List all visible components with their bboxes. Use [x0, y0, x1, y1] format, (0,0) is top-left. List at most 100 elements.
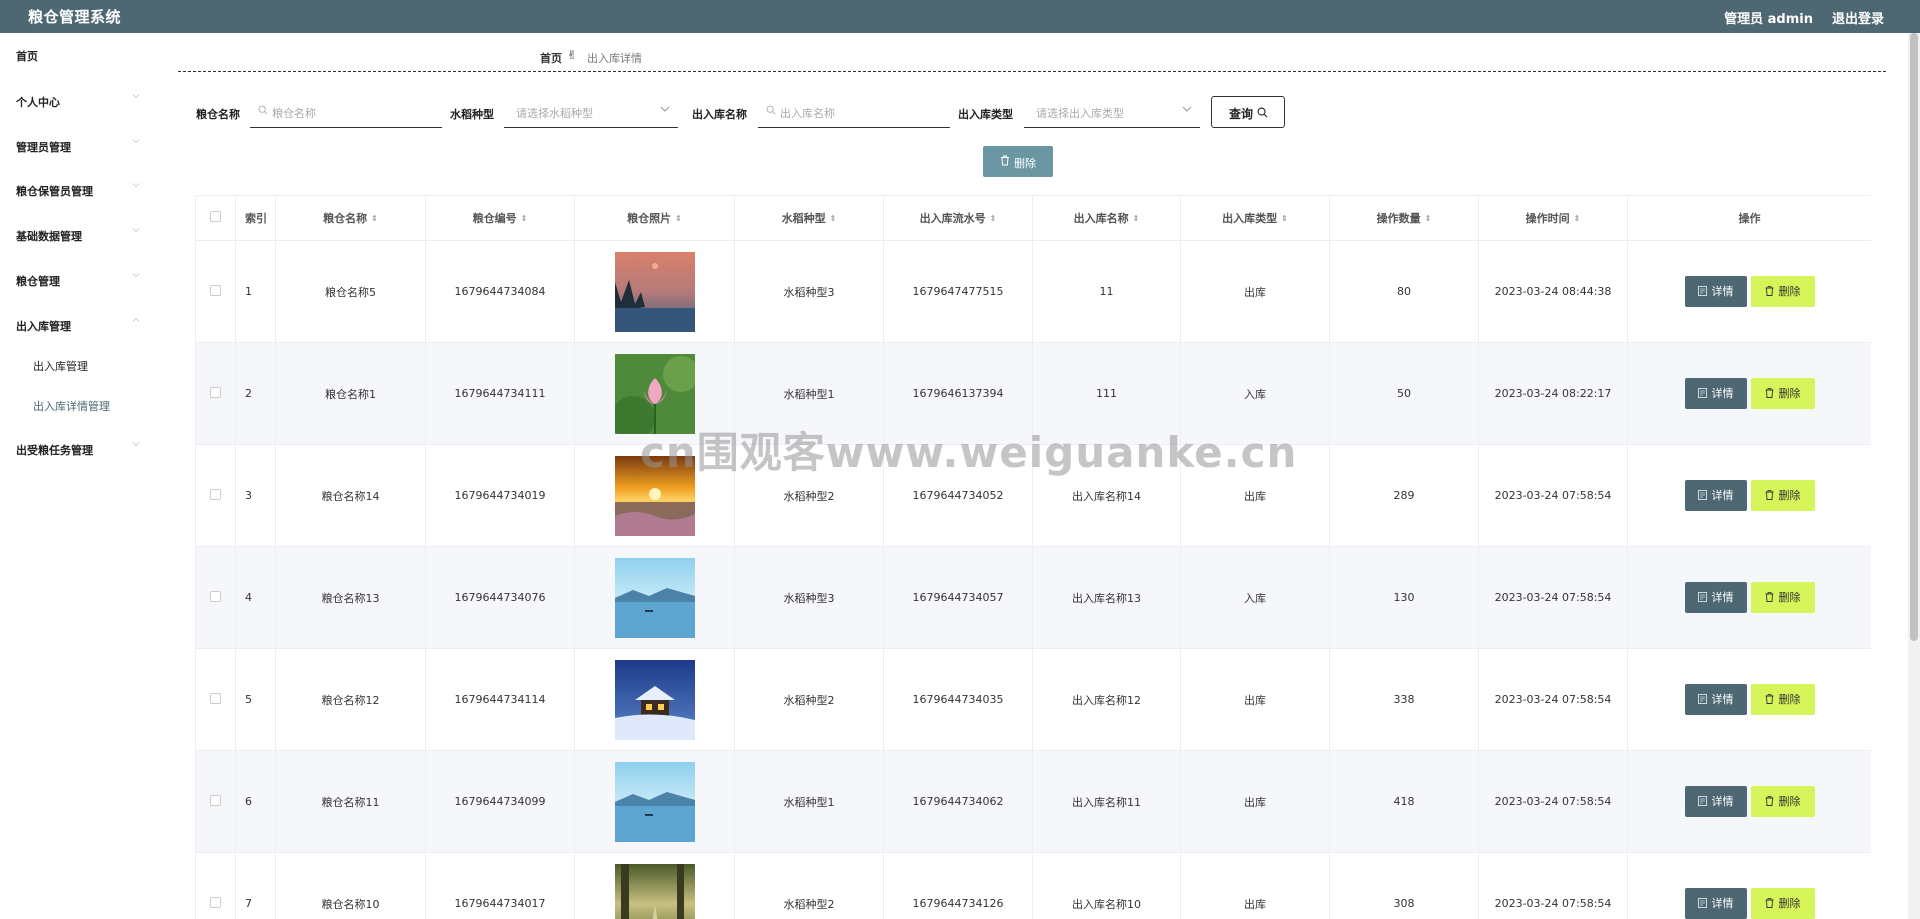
photo-lotus: [614, 353, 695, 434]
inout-name-input[interactable]: 出入库名称: [758, 96, 950, 128]
cell-granary-code: 1679644734114: [425, 648, 575, 751]
granary-photo[interactable]: [614, 761, 695, 842]
rice-type-label: 水稻种型: [450, 108, 494, 121]
chevron-down-icon: [1182, 106, 1192, 112]
detail-button[interactable]: 详情: [1684, 786, 1747, 817]
sort-icon[interactable]: ⇕: [830, 215, 837, 223]
detail-button-label: 详情: [1711, 693, 1734, 706]
query-button-label: 查询: [1229, 107, 1254, 121]
detail-button[interactable]: 详情: [1684, 276, 1747, 307]
sidebar-item-admin[interactable]: 管理员管理: [0, 128, 150, 164]
sidebar-subitem-inout-detail[interactable]: 出入库详情管理: [0, 387, 150, 423]
sidebar-item-label: 出受粮任务管理: [16, 444, 93, 457]
row-select-cell[interactable]: [195, 648, 236, 751]
column-header-granary-photo[interactable]: 粮仓照片 ⇕: [574, 195, 735, 241]
sidebar-item-task[interactable]: 出受粮任务管理: [0, 431, 150, 467]
inout-type-select[interactable]: 请选择出入库类型: [1024, 96, 1200, 128]
page-scrollbar[interactable]: [1908, 33, 1920, 919]
row-select-cell[interactable]: [195, 750, 236, 853]
select-all-checkbox[interactable]: [210, 211, 221, 222]
detail-button[interactable]: 详情: [1684, 480, 1747, 511]
column-header-rice-type[interactable]: 水稻种型 ⇕: [734, 195, 884, 241]
sidebar-subitem-inout[interactable]: 出入库管理: [0, 347, 150, 383]
chevron-down-icon: [660, 106, 670, 112]
granary-photo[interactable]: [614, 455, 695, 536]
sort-icon[interactable]: ⇕: [521, 215, 528, 223]
sidebar-item-profile[interactable]: 个人中心: [0, 83, 150, 119]
sort-icon[interactable]: ⇕: [1133, 215, 1140, 223]
chevron-down-icon: [132, 228, 140, 233]
rice-type-select[interactable]: 请选择水稻种型: [504, 96, 678, 128]
detail-button[interactable]: 详情: [1684, 582, 1747, 613]
hand-icon: ✌: [567, 48, 578, 62]
granary-photo[interactable]: [614, 353, 695, 434]
granary-photo[interactable]: [614, 863, 695, 919]
column-header-granary-name[interactable]: 粮仓名称 ⇕: [275, 195, 426, 241]
row-select-cell[interactable]: [195, 546, 236, 649]
row-select-cell[interactable]: [195, 444, 236, 547]
column-header-actions: 操作: [1627, 195, 1871, 241]
sort-icon[interactable]: ⇕: [1281, 215, 1288, 223]
logout-link[interactable]: 退出登录: [1832, 8, 1884, 27]
column-header-quantity[interactable]: 操作数量 ⇕: [1329, 195, 1479, 241]
delete-button[interactable]: 删除: [1750, 582, 1815, 613]
row-checkbox[interactable]: [210, 896, 221, 908]
column-header-index: 索引: [235, 195, 276, 241]
granary-photo[interactable]: [614, 659, 695, 740]
delete-button[interactable]: 删除: [1750, 684, 1815, 715]
delete-button[interactable]: 删除: [1750, 888, 1815, 919]
delete-button[interactable]: 删除: [1750, 786, 1815, 817]
cell-rice-type: 水稻种型3: [734, 546, 884, 649]
sort-icon[interactable]: ⇕: [371, 215, 378, 223]
cell-index: 3: [235, 444, 276, 547]
column-header-time[interactable]: 操作时间 ⇕: [1478, 195, 1628, 241]
table-row: 1 粮仓名称5 1679644734084 水稻种型3 1679647477515 11 出…: [195, 240, 1871, 343]
cell-actions: 详情 删除: [1627, 852, 1871, 919]
granary-photo[interactable]: [614, 251, 695, 332]
sidebar-item-granary[interactable]: 粮仓管理: [0, 262, 150, 298]
inout-name-label: 出入库名称: [692, 108, 747, 121]
breadcrumb-home[interactable]: 首页: [540, 50, 562, 66]
delete-button-label: 删除: [1778, 285, 1801, 298]
delete-button[interactable]: 删除: [1750, 378, 1815, 409]
sort-icon[interactable]: ⇕: [1425, 215, 1432, 223]
column-header-inout-name[interactable]: 出入库名称 ⇕: [1032, 195, 1181, 241]
row-checkbox[interactable]: [210, 692, 221, 704]
row-select-cell[interactable]: [195, 852, 236, 919]
cell-quantity: 289: [1329, 444, 1479, 547]
row-select-cell[interactable]: [195, 342, 236, 445]
bulk-delete-button[interactable]: 删除: [983, 146, 1053, 177]
column-header-granary-code[interactable]: 粮仓编号 ⇕: [425, 195, 575, 241]
granary-name-input[interactable]: 粮仓名称: [250, 96, 442, 128]
row-checkbox[interactable]: [210, 488, 221, 500]
cell-index: 7: [235, 852, 276, 919]
sidebar-item-keeper[interactable]: 粮仓保管员管理: [0, 172, 150, 208]
sidebar-item-inout[interactable]: 出入库管理: [0, 307, 150, 343]
granary-photo[interactable]: [614, 557, 695, 638]
detail-button[interactable]: 详情: [1684, 888, 1747, 919]
scrollbar-thumb[interactable]: [1910, 33, 1918, 641]
row-checkbox[interactable]: [210, 794, 221, 806]
column-header-serial[interactable]: 出入库流水号 ⇕: [883, 195, 1033, 241]
sort-icon[interactable]: ⇕: [1574, 215, 1581, 223]
sort-icon[interactable]: ⇕: [990, 215, 997, 223]
column-header-inout-type[interactable]: 出入库类型 ⇕: [1180, 195, 1330, 241]
cell-rice-type: 水稻种型2: [734, 648, 884, 751]
delete-button[interactable]: 删除: [1750, 276, 1815, 307]
row-select-cell[interactable]: [195, 240, 236, 343]
row-checkbox[interactable]: [210, 386, 221, 398]
cell-quantity: 308: [1329, 852, 1479, 919]
cell-inout-name: 出入库名称10: [1032, 852, 1181, 919]
sidebar-item-home[interactable]: 首页: [0, 37, 150, 73]
select-all-cell[interactable]: [195, 195, 236, 241]
delete-button[interactable]: 删除: [1750, 480, 1815, 511]
sidebar-item-base-data[interactable]: 基础数据管理: [0, 217, 150, 253]
row-checkbox[interactable]: [210, 284, 221, 296]
detail-button[interactable]: 详情: [1684, 684, 1747, 715]
sort-icon[interactable]: ⇕: [675, 215, 682, 223]
cell-serial: 1679646137394: [883, 342, 1033, 445]
row-checkbox[interactable]: [210, 590, 221, 602]
cell-granary-photo: [574, 852, 735, 919]
query-button[interactable]: 查询: [1211, 96, 1285, 128]
detail-button[interactable]: 详情: [1684, 378, 1747, 409]
